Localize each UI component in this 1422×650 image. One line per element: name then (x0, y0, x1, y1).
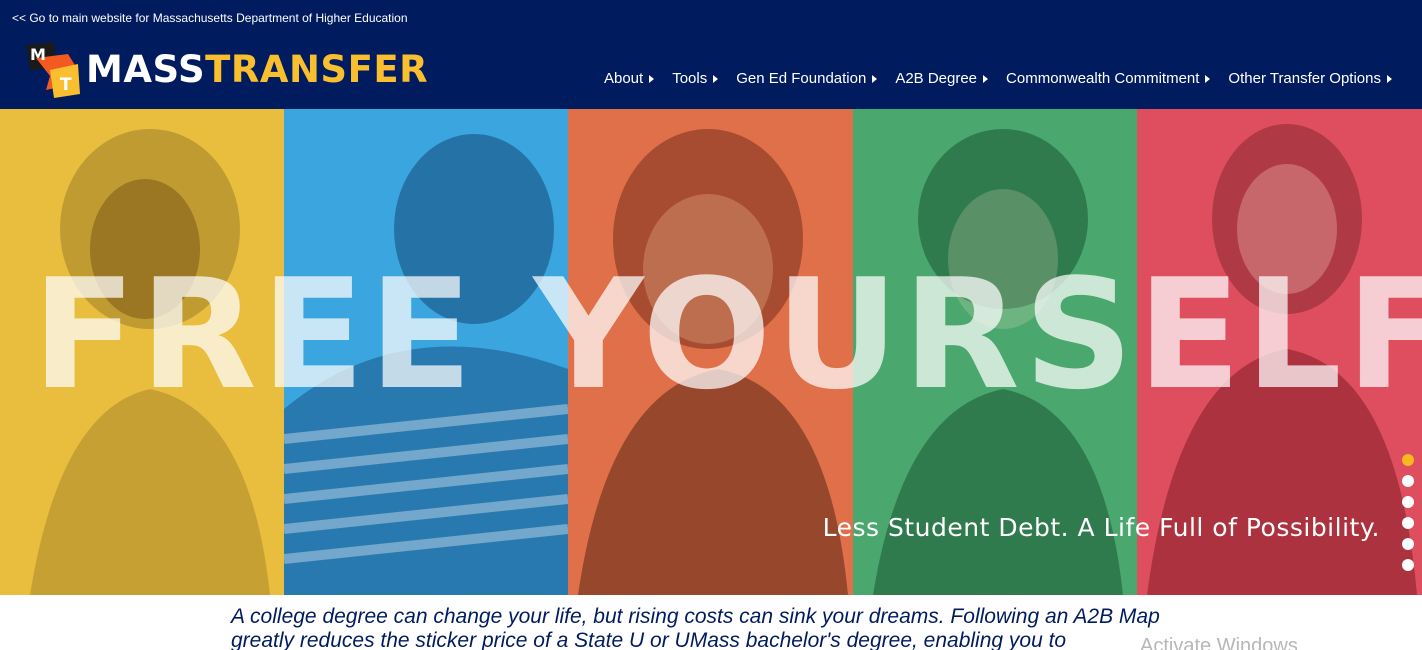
caret-right-icon (1205, 74, 1211, 83)
nav-about-label: About (603, 70, 644, 87)
nav-a2b-label: A2B Degree (895, 70, 978, 87)
caret-right-icon (872, 74, 878, 83)
nav-commonwealth-commitment[interactable]: Commonwealth Commitment (1006, 70, 1211, 87)
hero-slider[interactable]: FREE YOURSELF Less Student Debt. A Life … (0, 109, 1422, 595)
main-nav: About Tools Gen Ed Foundation A2B Degree… (586, 70, 1392, 87)
slider-dot-5[interactable] (1402, 538, 1414, 550)
logo-letter-t: T (60, 75, 72, 95)
nav-other-transfer-options[interactable]: Other Transfer Options (1228, 70, 1392, 87)
main-website-link[interactable]: << Go to main website for Massachusetts … (12, 11, 408, 25)
nav-about[interactable]: About (603, 70, 655, 87)
caret-right-icon (649, 74, 655, 83)
hero-title: FREE YOURSELF (32, 246, 1422, 423)
site-header: << Go to main website for Massachusetts … (0, 0, 1422, 109)
logo-letter-m: M (30, 45, 46, 64)
activate-windows-watermark: Activate Windows (1140, 635, 1298, 650)
logo-mark: M T (24, 40, 84, 100)
logo-word-mass: MASS (86, 48, 206, 91)
slider-dot-4[interactable] (1402, 517, 1414, 529)
nav-commonwealth-label: Commonwealth Commitment (1006, 70, 1200, 87)
logo-word-transfer: TRANSFER (205, 48, 429, 91)
nav-other-label: Other Transfer Options (1228, 70, 1381, 87)
slider-dot-6[interactable] (1402, 559, 1414, 571)
masstransfer-logo[interactable]: M T MASSTRANSFER (24, 40, 428, 100)
hero-tagline: Less Student Debt. A Life Full of Possib… (822, 513, 1380, 542)
nav-tools[interactable]: Tools (672, 70, 719, 87)
logo-wordmark: MASSTRANSFER (86, 40, 428, 100)
intro-paragraph: A college degree can change your life, b… (231, 605, 1160, 650)
caret-right-icon (983, 74, 989, 83)
nav-a2b-degree[interactable]: A2B Degree (895, 70, 989, 87)
caret-right-icon (1387, 74, 1392, 83)
slider-dot-2[interactable] (1402, 475, 1414, 487)
nav-gen-ed-label: Gen Ed Foundation (736, 70, 867, 87)
slider-dots (1402, 454, 1414, 571)
caret-right-icon (713, 74, 719, 83)
slider-dot-3[interactable] (1402, 496, 1414, 508)
nav-gen-ed-foundation[interactable]: Gen Ed Foundation (736, 70, 878, 87)
nav-tools-label: Tools (672, 70, 708, 87)
slider-dot-1[interactable] (1402, 454, 1414, 466)
